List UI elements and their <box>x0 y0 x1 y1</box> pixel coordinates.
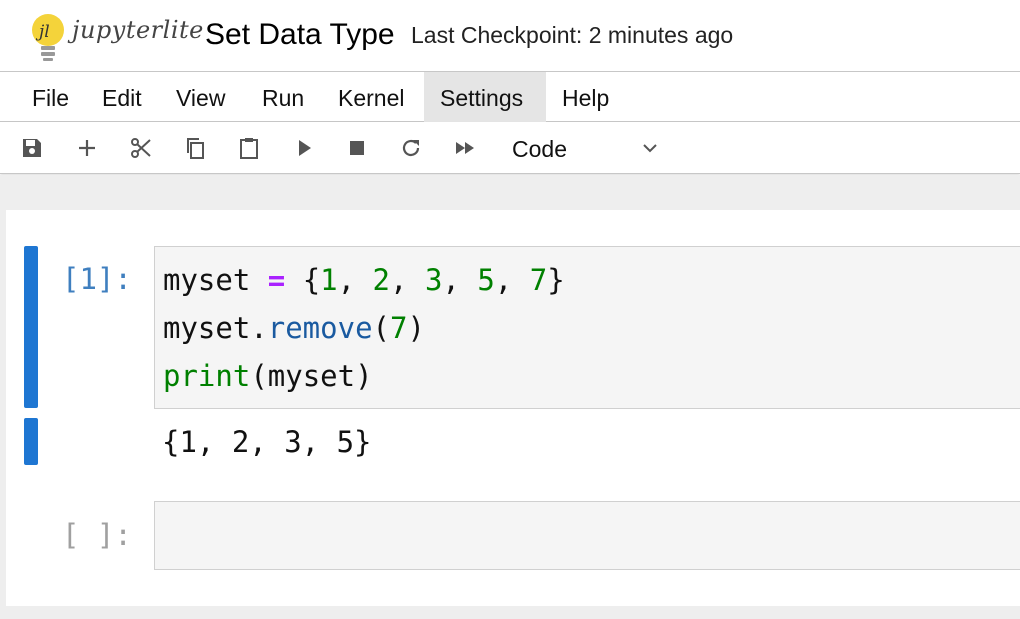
code-editor-empty[interactable] <box>154 501 1020 570</box>
run-icon <box>299 140 311 156</box>
logo-wordmark: jupyterlite <box>72 16 204 44</box>
copy-icon <box>187 138 204 159</box>
output-collapser[interactable] <box>24 418 38 465</box>
code-line: myset.remove(7) <box>163 311 425 345</box>
cut-button[interactable] <box>127 134 155 162</box>
chevron-down-icon <box>643 144 657 153</box>
restart-icon <box>402 139 420 157</box>
restart-button[interactable] <box>397 134 425 162</box>
input-prompt: [1]: <box>62 262 132 296</box>
code-line: print(myset) <box>163 359 373 393</box>
cell-output: {1, 2, 3, 5} <box>162 425 372 459</box>
copy-button[interactable] <box>181 134 209 162</box>
notebook-toolbar: Code <box>0 122 1020 174</box>
input-prompt-empty: [ ]: <box>62 518 132 552</box>
interrupt-button[interactable] <box>343 134 371 162</box>
menu-edit[interactable]: Edit <box>86 72 158 122</box>
menu-bar: File Edit View Run Kernel Settings Help <box>0 72 1020 122</box>
save-icon <box>23 139 41 157</box>
lightbulb-icon: jl <box>32 14 64 61</box>
code-editor[interactable]: myset = {1, 2, 3, 5, 7} myset.remove(7) … <box>154 246 1020 409</box>
menu-settings[interactable]: Settings <box>424 72 546 122</box>
menu-run[interactable]: Run <box>246 72 320 122</box>
run-button[interactable] <box>290 134 318 162</box>
stop-icon <box>350 141 364 155</box>
paste-icon <box>240 138 258 159</box>
menu-kernel[interactable]: Kernel <box>322 72 420 122</box>
save-button[interactable] <box>18 134 46 162</box>
insert-cell-button[interactable] <box>73 134 101 162</box>
active-cell-indicator[interactable] <box>24 246 38 408</box>
paste-button[interactable] <box>235 134 263 162</box>
cell-type-value: Code <box>512 136 567 162</box>
fast-forward-icon <box>456 142 474 154</box>
cut-icon <box>131 138 151 158</box>
menu-file[interactable]: File <box>16 72 85 122</box>
app-header: jl jupyterlite Set Data Type Last Checkp… <box>0 0 1020 72</box>
notebook-title[interactable]: Set Data Type <box>205 18 395 52</box>
code-line: myset = {1, 2, 3, 5, 7} <box>163 263 565 297</box>
jupyterlite-logo[interactable]: jl jupyterlite <box>28 10 203 62</box>
run-all-button[interactable] <box>451 134 479 162</box>
cell-type-select[interactable]: Code <box>500 130 670 166</box>
add-icon <box>79 140 95 156</box>
menu-help[interactable]: Help <box>546 72 625 122</box>
menu-view[interactable]: View <box>160 72 241 122</box>
checkpoint-status: Last Checkpoint: 2 minutes ago <box>411 22 734 48</box>
